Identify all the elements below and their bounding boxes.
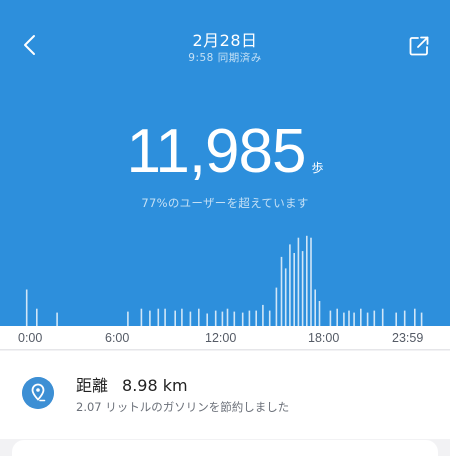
step-bar <box>149 310 151 326</box>
x-tick-label: 23:59 <box>392 331 424 345</box>
next-card[interactable] <box>12 440 438 456</box>
location-pin-icon <box>22 377 54 409</box>
step-bar <box>314 289 316 326</box>
date-title: 2月28日 <box>192 31 258 50</box>
step-bar <box>336 308 338 326</box>
share-icon[interactable] <box>408 35 430 57</box>
step-bar <box>373 310 376 326</box>
gasoline-saved-text: 2.07 リットルのガソリンを節約しました <box>76 400 290 414</box>
step-bar <box>241 312 244 326</box>
sync-status: 9:58 同期済み <box>188 52 262 64</box>
step-bar <box>189 311 192 326</box>
step-bar <box>395 312 397 326</box>
step-bar <box>174 310 176 326</box>
step-bar <box>140 308 143 326</box>
step-bar <box>157 308 160 326</box>
step-bar <box>366 312 369 326</box>
step-bar <box>262 304 264 326</box>
time-axis: 0:00 6:00 12:00 18:00 23:59 <box>0 326 450 350</box>
step-bar <box>293 253 295 326</box>
step-bar <box>420 312 423 326</box>
step-bar <box>289 244 291 326</box>
distance-title: 距離 8.98 km <box>76 372 188 396</box>
step-bar <box>353 312 355 326</box>
step-bar <box>36 308 38 326</box>
step-bar <box>360 308 362 326</box>
step-bar <box>268 310 271 326</box>
step-bar <box>301 251 304 326</box>
step-bar <box>214 310 217 326</box>
step-bar <box>343 312 345 326</box>
step-bar <box>221 311 224 326</box>
step-bar <box>381 308 384 326</box>
step-bar <box>255 310 257 326</box>
step-bar <box>403 310 406 326</box>
step-bar <box>198 308 200 326</box>
step-bar <box>181 308 183 326</box>
step-bar <box>233 311 236 326</box>
steps-hero-panel: 2月28日 9:58 同期済み 11,985 歩 77%のユーザーを超えています <box>0 0 450 326</box>
step-bar <box>248 310 251 326</box>
step-count: 11,985 <box>126 117 306 186</box>
step-bar <box>414 308 416 326</box>
step-bar <box>329 310 332 326</box>
step-bar <box>348 310 350 326</box>
step-bar <box>284 268 287 326</box>
step-bar <box>206 313 208 326</box>
step-bar <box>164 308 166 326</box>
step-bar <box>127 311 129 326</box>
x-tick-label: 6:00 <box>105 331 130 345</box>
x-tick-label: 12:00 <box>205 331 237 345</box>
step-unit: 歩 <box>311 161 324 175</box>
distance-card[interactable]: 距離 8.98 km 2.07 リットルのガソリンを節約しました <box>0 351 450 439</box>
step-bar <box>318 301 321 326</box>
step-bar <box>226 308 229 326</box>
step-bar <box>310 237 312 326</box>
distance-label: 距離 <box>76 376 109 395</box>
step-bar <box>297 237 300 326</box>
percentile-text: 77%のユーザーを超えています <box>141 196 309 210</box>
step-bar <box>56 312 58 326</box>
step-bar <box>275 287 278 326</box>
x-tick-label: 0:00 <box>18 331 43 345</box>
step-bar <box>25 289 28 326</box>
x-tick-label: 18:00 <box>308 331 340 345</box>
step-bar <box>280 256 283 326</box>
step-bar <box>306 235 308 326</box>
step-count-block: 11,985 歩 <box>0 117 450 187</box>
distance-value: 8.98 km <box>122 376 188 395</box>
